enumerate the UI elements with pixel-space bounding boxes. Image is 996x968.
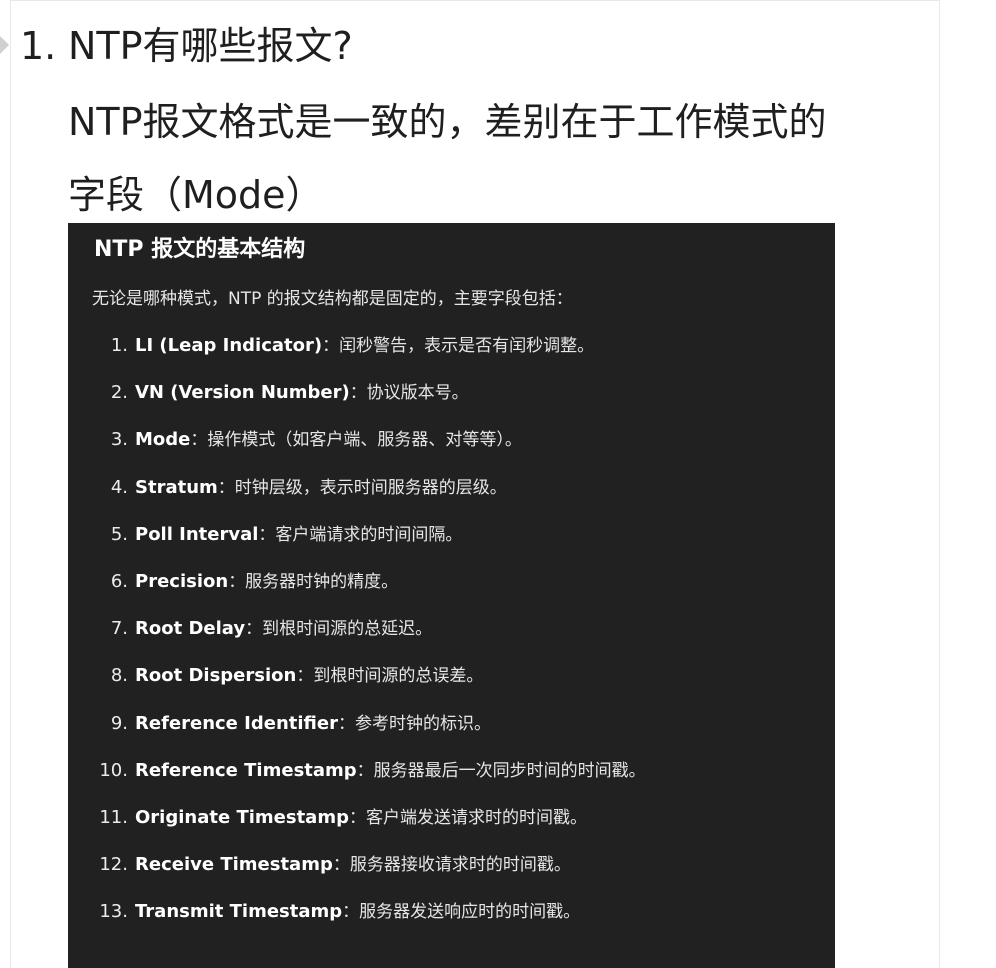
field-number: 2. (110, 382, 128, 404)
field-text: LI (Leap Indicator)：闰秒警告，表示是否有闰秒调整。 (135, 331, 594, 361)
field-description: ：协议版本号。 (349, 383, 469, 404)
field-text: Root Delay：到根时间源的总延迟。 (135, 614, 432, 644)
field-text: Reference Timestamp：服务器最后一次同步时间的时间戳。 (135, 756, 646, 786)
field-description: ：闰秒警告，表示是否有闰秒调整。 (322, 336, 595, 356)
field-number: 5. (110, 523, 128, 545)
question-number: 1. (20, 24, 57, 68)
field-text: Stratum：时钟层级，表示时间服务器的层级。 (135, 473, 507, 503)
field-number: 8. (110, 665, 128, 687)
field-name: Root Delay (135, 618, 246, 640)
field-description: ：参考时钟的标识。 (337, 713, 491, 734)
field-description: ：到根时间源的总误差。 (296, 666, 484, 687)
field-name: LI (Leap Indicator) (135, 335, 323, 356)
field-name: Precision (135, 570, 229, 592)
field-description: ：服务器最后一次同步时间的时间戳。 (356, 760, 646, 781)
field-number: 1. (110, 335, 128, 356)
field-name: Reference Timestamp (135, 759, 357, 781)
field-name: Root Dispersion (135, 665, 297, 687)
question-answer: NTP报文格式是一致的，差别在于工作模式的 字段（Mode） (68, 86, 928, 232)
field-name: Originate Timestamp (135, 806, 349, 828)
field-number: 12. (99, 854, 128, 876)
panel-intro: 无论是哪种模式，NTP 的报文结构都是固定的，主要字段包括： (92, 289, 573, 309)
field-name: Poll Interval (135, 523, 259, 545)
field-text: Originate Timestamp：客户端发送请求时的时间戳。 (135, 803, 587, 833)
field-name: Mode (135, 429, 191, 451)
field-number: 11. (99, 806, 128, 828)
field-text: Poll Interval：客户端请求的时间间隔。 (135, 520, 462, 550)
field-description: ：时钟层级，表示时间服务器的层级。 (217, 477, 507, 498)
field-number: 3. (110, 429, 128, 451)
field-name: Receive Timestamp (135, 854, 333, 876)
field-text: Receive Timestamp：服务器接收请求时的时间戳。 (135, 850, 571, 880)
field-name: VN (Version Number) (135, 382, 350, 404)
field-text: Precision：服务器时钟的精度。 (135, 567, 398, 597)
field-description: ：客户端发送请求时的时间戳。 (348, 807, 587, 828)
field-description: ：服务器时钟的精度。 (228, 571, 399, 592)
answer-line: NTP报文格式是一致的，差别在于工作模式的 (68, 100, 827, 144)
answer-line: 字段（Mode） (68, 173, 324, 217)
field-number: 4. (110, 476, 128, 498)
field-text: VN (Version Number)：协议版本号。 (135, 378, 469, 408)
field-number: 13. (99, 901, 128, 923)
field-name: Reference Identifier (135, 712, 338, 734)
field-description: ：服务器接收请求时的时间戳。 (332, 855, 571, 876)
field-number: 9. (110, 712, 128, 734)
field-description: ：到根时间源的总延迟。 (245, 619, 433, 640)
field-name: Stratum (135, 476, 218, 498)
field-description: ：客户端请求的时间间隔。 (258, 524, 463, 545)
field-text: Mode：操作模式（如客户端、服务器、对等等）。 (135, 425, 522, 455)
field-number: 6. (110, 570, 128, 592)
field-text: Transmit Timestamp：服务器发送响应时的时间戳。 (135, 897, 580, 927)
field-text: Reference Identifier：参考时钟的标识。 (135, 709, 491, 739)
question-title: NTP有哪些报文? (68, 24, 353, 68)
field-description: ：操作模式（如客户端、服务器、对等等）。 (190, 430, 522, 451)
field-number: 10. (99, 759, 128, 781)
panel-heading: NTP 报文的基本结构 (94, 237, 306, 262)
field-text: Root Dispersion：到根时间源的总误差。 (135, 661, 483, 691)
ntp-structure-image: NTP 报文的基本结构 无论是哪种模式，NTP 的报文结构都是固定的，主要字段包… (68, 223, 835, 968)
field-name: Transmit Timestamp (135, 901, 343, 923)
field-description: ：服务器发送响应时的时间戳。 (342, 902, 581, 923)
field-number: 7. (110, 618, 128, 640)
expand-caret-icon[interactable] (0, 36, 9, 54)
